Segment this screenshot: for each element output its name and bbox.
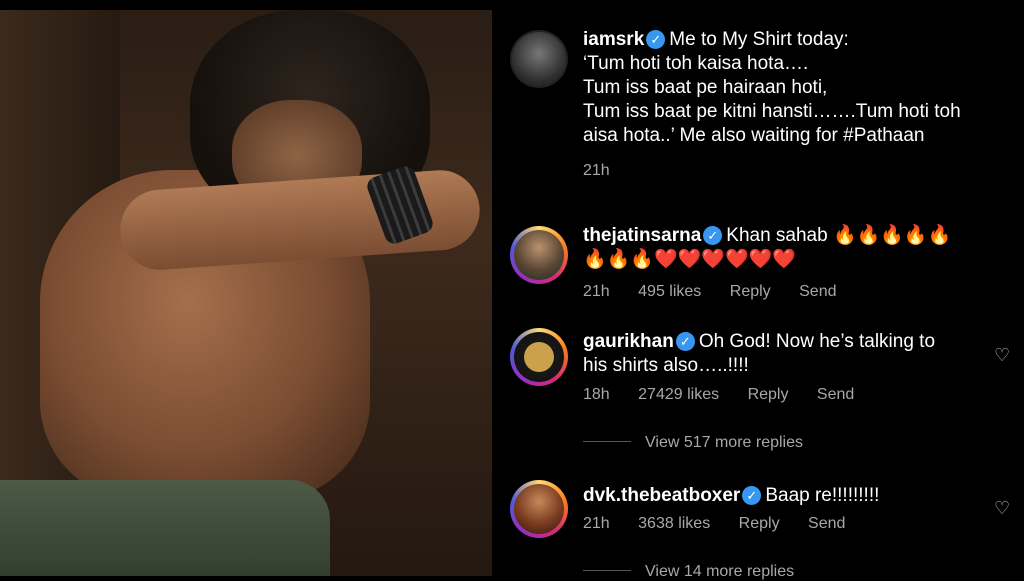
comment-likes[interactable]: 27429 likes [638,386,719,403]
view-replies[interactable]: View 14 more replies [583,563,794,581]
comment-body: Baap re!!!!!!!!! [765,485,880,506]
comment-body: 🔥🔥🔥❤️❤️❤️❤️❤️❤️ [583,249,796,270]
heart-outline-icon[interactable]: ♡ [994,346,1012,364]
comment-text: dvk.thebeatboxer ✓ Baap re!!!!!!!!! [583,484,1003,508]
reply-button[interactable]: Reply [748,386,789,403]
comment-likes[interactable]: 495 likes [638,283,701,300]
comment-time: 21h [583,283,610,300]
photo-pants [0,480,330,576]
comment-time: 18h [583,386,610,403]
caption-line: aisa hota..’ Me also waiting for #Pathaa… [583,125,925,146]
heart-outline-icon[interactable]: ♡ [994,499,1012,517]
comment-username[interactable]: thejatinsarna [583,225,701,246]
avatar[interactable] [510,226,568,284]
comment-body: Oh God! Now he’s talking to [698,331,936,352]
divider [583,441,631,442]
caption-meta: 21h [583,162,634,180]
comment-text: thejatinsarna ✓ Khan sahab 🔥🔥🔥🔥🔥 🔥🔥🔥❤️❤️❤️… [583,224,1013,272]
comment-meta: 21h 3638 likes Reply Send [583,515,869,533]
send-button[interactable]: Send [799,283,836,300]
comments-panel: iamsrk ✓ Me to My Shirt today: ‘Tum hoti t… [492,0,1024,580]
caption-line: Me to My Shirt today: [669,29,849,50]
reply-button[interactable]: Reply [739,515,780,532]
send-button[interactable]: Send [808,515,845,532]
avatar[interactable] [510,480,568,538]
verified-badge-icon: ✓ [646,30,666,49]
comment-body: Khan sahab 🔥🔥🔥🔥🔥 [726,225,952,246]
send-button[interactable]: Send [817,386,854,403]
comment-meta: 21h 495 likes Reply Send [583,283,861,301]
comment-username[interactable]: dvk.thebeatboxer [583,485,740,506]
divider [583,570,631,571]
avatar[interactable] [510,30,568,88]
comment-meta: 18h 27429 likes Reply Send [583,386,878,404]
verified-badge-icon: ✓ [675,332,695,351]
avatar[interactable] [510,328,568,386]
verified-badge-icon: ✓ [742,486,762,505]
post-photo [0,10,492,576]
comment-username[interactable]: gaurikhan [583,331,674,352]
view-replies[interactable]: View 517 more replies [583,434,803,452]
comment-likes[interactable]: 3638 likes [638,515,710,532]
post-username[interactable]: iamsrk [583,29,644,50]
view-replies-label[interactable]: View 14 more replies [645,563,794,580]
caption-text: iamsrk ✓ Me to My Shirt today: ‘Tum hoti t… [583,28,1013,148]
view-replies-label[interactable]: View 517 more replies [645,434,803,451]
caption-line: Tum iss baat pe kitni hansti…….Tum hoti … [583,101,961,122]
brand-logo-icon [524,342,554,372]
reply-button[interactable]: Reply [730,283,771,300]
post-time: 21h [583,162,610,179]
caption-line: Tum iss baat pe hairaan hoti, [583,77,828,98]
comment-time: 21h [583,515,610,532]
caption-line: ‘Tum hoti toh kaisa hota…. [583,53,809,74]
verified-badge-icon: ✓ [703,226,723,245]
comment-body: his shirts also…..!!!! [583,355,749,376]
comment-text: gaurikhan ✓ Oh God! Now he’s talking to hi… [583,330,1003,378]
